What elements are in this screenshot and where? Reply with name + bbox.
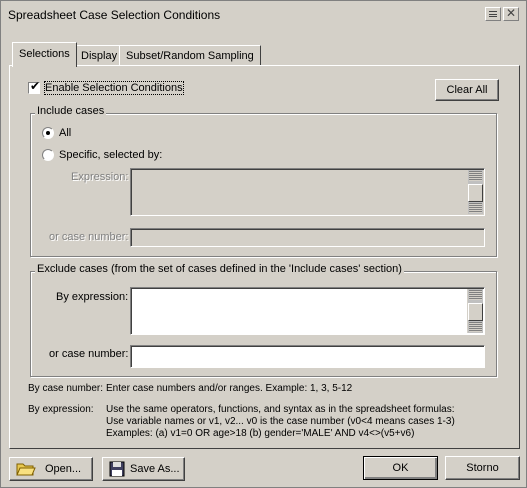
close-icon: ✕ bbox=[506, 6, 517, 20]
scroll-grip-icon bbox=[469, 322, 482, 332]
tab-label: Subset/Random Sampling bbox=[126, 50, 254, 62]
tab-selections[interactable]: Selections bbox=[12, 42, 77, 67]
restore-button[interactable] bbox=[485, 7, 501, 21]
include-all-radio[interactable] bbox=[42, 127, 54, 139]
help-expression-key: By expression: bbox=[28, 404, 94, 415]
storno-label: Storno bbox=[466, 462, 499, 474]
scroll-grip-icon bbox=[469, 171, 482, 181]
scroll-thumb[interactable] bbox=[468, 303, 483, 321]
include-expression-label: Expression: bbox=[71, 171, 129, 183]
include-case-number-field[interactable] bbox=[130, 228, 485, 247]
help-expression-line1: Use the same operators, functions, and s… bbox=[106, 404, 455, 415]
tab-label: Selections bbox=[19, 48, 70, 60]
window-title: Spreadsheet Case Selection Conditions bbox=[8, 8, 221, 22]
exclude-cases-legend: Exclude cases (from the set of cases def… bbox=[35, 263, 404, 275]
enable-selection-label[interactable]: Enable Selection Conditions bbox=[44, 81, 184, 95]
open-label: Open... bbox=[45, 463, 82, 475]
tab-display[interactable]: Display bbox=[74, 45, 125, 66]
exclude-expression-label: By expression: bbox=[56, 291, 129, 303]
tab-subset-random-sampling[interactable]: Subset/Random Sampling bbox=[119, 45, 261, 66]
scroll-grip-icon bbox=[469, 290, 482, 300]
help-case-number-text: Enter case numbers and/or ranges. Exampl… bbox=[106, 383, 353, 394]
ok-button[interactable]: OK bbox=[363, 456, 438, 480]
dialog-window: Spreadsheet Case Selection Conditions ✕ … bbox=[0, 0, 527, 488]
clear-all-label: Clear All bbox=[446, 84, 488, 96]
title-bar: Spreadsheet Case Selection Conditions ✕ bbox=[2, 2, 525, 28]
exclude-case-number-label: or case number: bbox=[49, 348, 129, 360]
tab-label: Display bbox=[81, 50, 118, 62]
include-all-label[interactable]: All bbox=[59, 127, 71, 139]
save-as-button[interactable]: Save As... bbox=[102, 457, 185, 481]
help-expression-line2: Use variable names or v1, v2... v0 is th… bbox=[106, 416, 455, 427]
folder-open-icon bbox=[16, 461, 36, 480]
exclude-expression-scrollbar[interactable] bbox=[467, 289, 483, 333]
open-button[interactable]: Open... bbox=[9, 457, 93, 481]
restore-icon bbox=[489, 11, 497, 17]
clear-all-button[interactable]: Clear All bbox=[435, 79, 499, 101]
include-specific-radio[interactable] bbox=[42, 149, 54, 161]
enable-selection-checkbox[interactable]: ✔ bbox=[28, 79, 41, 94]
help-expression-line3: Examples: (a) v1=0 OR age>18 (b) gender=… bbox=[106, 428, 415, 439]
radio-dot-icon bbox=[46, 131, 50, 135]
include-cases-legend: Include cases bbox=[35, 105, 107, 117]
save-as-label: Save As... bbox=[130, 463, 180, 475]
include-expression-scrollbar[interactable] bbox=[467, 170, 483, 214]
include-expression-field[interactable] bbox=[130, 168, 485, 216]
ok-label: OK bbox=[392, 462, 409, 474]
include-case-number-label: or case number: bbox=[49, 231, 129, 243]
scroll-grip-icon bbox=[469, 203, 482, 213]
exclude-expression-field[interactable] bbox=[130, 287, 485, 335]
scroll-thumb[interactable] bbox=[468, 184, 483, 202]
storno-button[interactable]: Storno bbox=[445, 456, 520, 480]
checkmark-icon: ✔ bbox=[30, 79, 41, 93]
close-button[interactable]: ✕ bbox=[503, 6, 519, 21]
floppy-disk-icon bbox=[109, 461, 125, 480]
exclude-case-number-field[interactable] bbox=[130, 345, 485, 368]
include-specific-label[interactable]: Specific, selected by: bbox=[59, 149, 162, 161]
help-case-number-key: By case number: bbox=[28, 383, 104, 394]
